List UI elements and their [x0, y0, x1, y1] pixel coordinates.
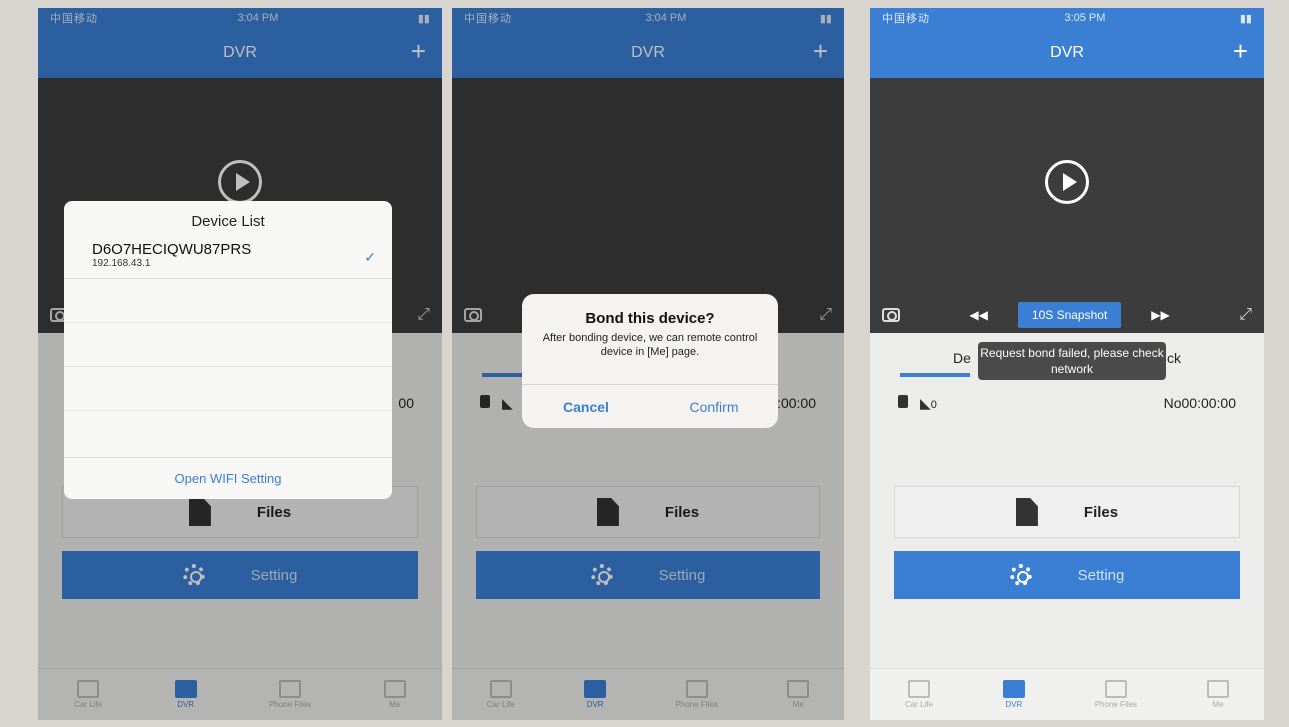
fast-forward-icon[interactable]: ▶▶ — [1151, 308, 1169, 322]
tab-left[interactable]: De — [953, 350, 971, 366]
nav-label: Phone Files — [1094, 700, 1138, 709]
empty-row — [64, 367, 392, 411]
file-icon — [1015, 498, 1038, 526]
playback-controls: ◀◀ 10S Snapshot ▶▶ — [969, 302, 1170, 328]
carrier-label: 中国移动 — [882, 13, 930, 25]
alert-message: After bonding device, we can remote cont… — [542, 332, 758, 359]
mute-icon: ◣ — [920, 394, 931, 411]
battery-icon: ▮▮ — [1239, 12, 1252, 25]
nav-car-life[interactable]: Car Life — [905, 680, 933, 709]
video-player[interactable]: ◀◀ 10S Snapshot ▶▶ ⤢ — [870, 78, 1264, 333]
nav-phone-files[interactable]: Phone Files — [1095, 680, 1137, 709]
camera-icon[interactable] — [882, 308, 900, 322]
bottom-nav: Car Life DVR Phone Files Me — [870, 668, 1264, 720]
home-icon — [907, 680, 930, 698]
dialog-title: Device List — [191, 213, 265, 230]
mute-count: 0 — [930, 398, 937, 411]
tab-indicator — [900, 373, 970, 377]
nav-me[interactable]: Me — [1206, 680, 1229, 709]
setting-button[interactable]: Setting — [894, 551, 1240, 599]
video-controls: ◀◀ 10S Snapshot ▶▶ ⤢ — [870, 297, 1264, 333]
device-name: D6O7HECIQWU87PRS — [92, 241, 252, 258]
files-button[interactable]: Files — [894, 486, 1240, 538]
image-icon — [1104, 680, 1127, 698]
bond-device-alert: Bond this device? After bonding device, … — [522, 294, 778, 428]
cancel-button[interactable]: Cancel — [522, 385, 650, 428]
tab-right[interactable]: ck — [1167, 350, 1181, 366]
phone-screen-bond-failed: 中国移动 3:05 PM ▮▮ DVR + ◀◀ 10S Snapshot ▶▶… — [870, 8, 1264, 720]
confirm-button[interactable]: Confirm — [650, 385, 778, 428]
nav-bar: DVR + — [870, 28, 1264, 78]
page-title: DVR — [1050, 44, 1084, 61]
checkmark-icon: ✓ — [364, 249, 376, 265]
setting-label: Setting — [1077, 566, 1125, 584]
info-row: ◣0 No00:00:00 — [870, 388, 1264, 418]
open-wifi-setting-link[interactable]: Open WIFI Setting — [64, 457, 392, 499]
nav-dvr[interactable]: DVR — [1002, 680, 1025, 709]
phone-screen-device-list: 中国移动 3:04 PM ▮▮ DVR + ⤢ 00 Files Setting… — [38, 8, 442, 720]
empty-row — [64, 323, 392, 367]
nav-label: DVR — [1005, 700, 1023, 709]
alert-buttons: Cancel Confirm — [522, 384, 778, 428]
gear-icon — [1009, 564, 1032, 586]
device-ip: 192.168.43.1 — [92, 258, 151, 269]
fullscreen-icon[interactable]: ⤢ — [1239, 306, 1252, 324]
play-icon[interactable] — [1045, 160, 1089, 204]
status-time: 3:05 PM — [1064, 12, 1106, 24]
user-icon — [1206, 680, 1229, 698]
files-label: Files — [1083, 503, 1119, 521]
empty-row — [64, 279, 392, 323]
device-list-dialog: Device List D6O7HECIQWU87PRS 192.168.43.… — [64, 201, 392, 499]
rewind-icon[interactable]: ◀◀ — [969, 308, 987, 322]
snapshot-button[interactable]: 10S Snapshot — [1017, 302, 1122, 328]
nav-label: Me — [1212, 700, 1224, 709]
device-list-item[interactable]: D6O7HECIQWU87PRS 192.168.43.1 ✓ — [64, 235, 392, 279]
phone-screen-bond-dialog: 中国移动 3:04 PM ▮▮ DVR + ⤢ ◣ 00:00:00 Files… — [452, 8, 844, 720]
alert-title: Bond this device? — [585, 310, 715, 327]
error-toast: Request bond failed, please check networ… — [978, 342, 1166, 380]
video-camera-icon — [1002, 680, 1025, 698]
nav-label: Car Life — [904, 700, 933, 709]
add-device-button[interactable]: + — [1233, 36, 1248, 67]
sd-card-icon — [898, 394, 908, 408]
status-bar: 中国移动 3:05 PM ▮▮ — [870, 8, 1264, 28]
record-time: No00:00:00 — [1163, 395, 1236, 411]
